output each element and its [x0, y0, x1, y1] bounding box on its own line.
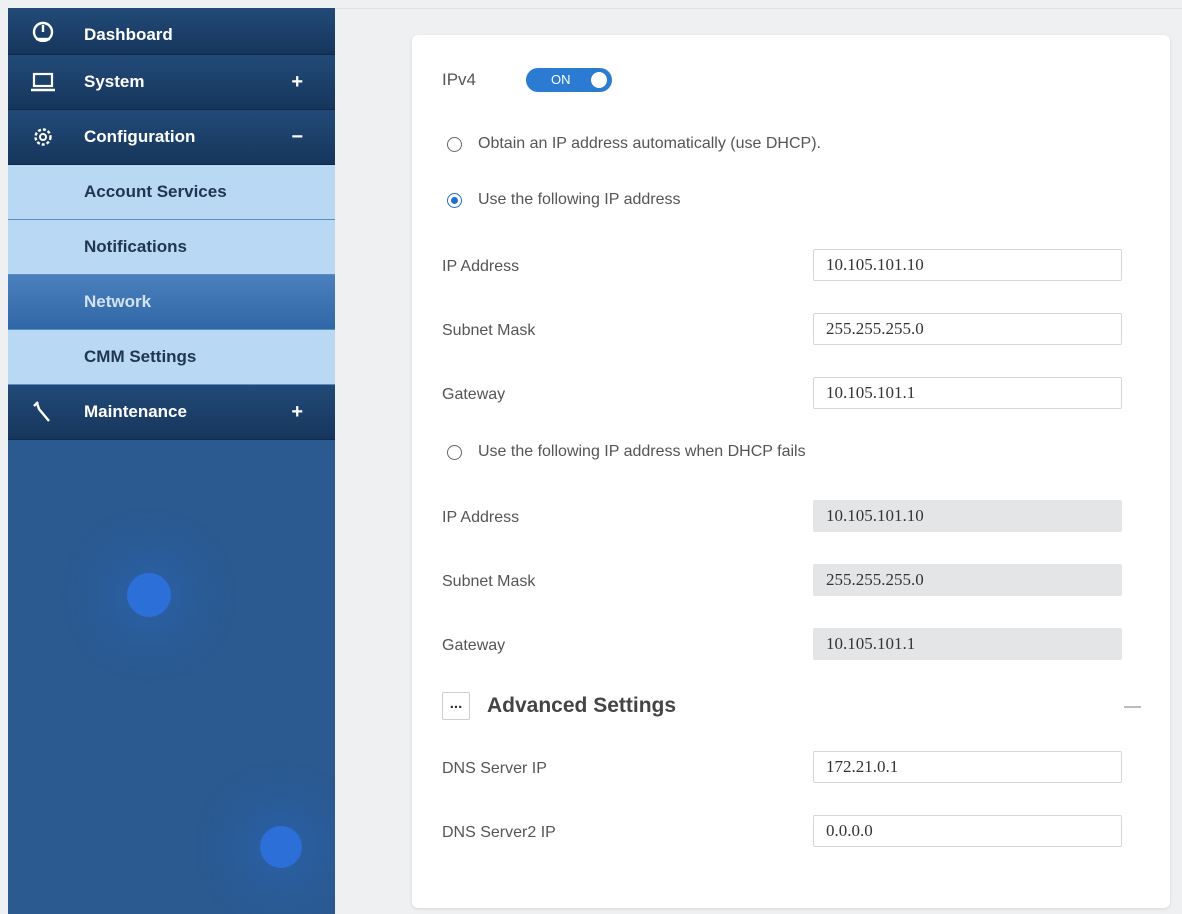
gateway-input[interactable]: 10.105.101.1	[813, 377, 1122, 409]
fallback-gateway-label: Gateway	[442, 637, 506, 654]
radio-dhcp-fallback-label[interactable]: Use the following IP address when DHCP f…	[478, 443, 806, 461]
radio-dhcp-fallback[interactable]	[447, 445, 462, 460]
advanced-settings-title: Advanced Settings	[487, 694, 677, 717]
fallback-ip-address-input: 10.105.101.10	[813, 500, 1122, 532]
fallback-subnet-mask-input: 255.255.255.0	[813, 564, 1122, 596]
section-title: IPv4	[442, 70, 477, 89]
decorative-glow	[127, 573, 171, 617]
subnet-mask-label: Subnet Mask	[442, 322, 536, 339]
dashboard-icon	[30, 20, 56, 43]
sidebar-item-cmm-settings[interactable]: CMM Settings	[8, 330, 335, 385]
sidebar: Dashboard System + Configuration − Accou…	[8, 8, 335, 914]
laptop-icon	[30, 71, 56, 93]
sidebar-item-label: Maintenance	[84, 402, 187, 421]
sidebar-item-label: Dashboard	[84, 25, 173, 44]
fallback-ip-address-label: IP Address	[442, 509, 520, 526]
dns-server-label: DNS Server IP	[442, 760, 547, 777]
radio-dhcp[interactable]	[447, 137, 462, 152]
expand-icon[interactable]: +	[291, 401, 303, 424]
sidebar-item-maintenance[interactable]: Maintenance +	[8, 385, 335, 440]
sidebar-item-label: System	[84, 72, 145, 91]
ip-address-label: IP Address	[442, 258, 520, 275]
dns-server2-input[interactable]: 0.0.0.0	[813, 815, 1122, 847]
sidebar-item-dashboard[interactable]: Dashboard	[8, 8, 335, 55]
ipv4-toggle[interactable]: ON	[526, 68, 612, 92]
advanced-settings-expand-button[interactable]: ...	[442, 692, 470, 720]
wrench-icon	[30, 401, 56, 423]
dns-server-input[interactable]: 172.21.0.1	[813, 751, 1122, 783]
toggle-label: ON	[551, 72, 571, 87]
collapse-section-icon[interactable]	[1124, 706, 1141, 708]
fallback-gateway-input: 10.105.101.1	[813, 628, 1122, 660]
sidebar-item-configuration[interactable]: Configuration −	[8, 110, 335, 165]
sidebar-item-label: Network	[84, 292, 152, 311]
sidebar-item-notifications[interactable]: Notifications	[8, 220, 335, 275]
fallback-subnet-mask-label: Subnet Mask	[442, 573, 536, 590]
sidebar-item-account-services[interactable]: Account Services	[8, 165, 335, 220]
dns-server2-label: DNS Server2 IP	[442, 824, 556, 841]
radio-dhcp-label[interactable]: Obtain an IP address automatically (use …	[478, 135, 821, 153]
decorative-glow	[260, 826, 302, 868]
collapse-icon[interactable]: −	[291, 126, 303, 149]
gateway-label: Gateway	[442, 386, 506, 403]
expand-icon[interactable]: +	[291, 71, 303, 94]
sidebar-item-label: Configuration	[84, 127, 196, 146]
sidebar-item-label: CMM Settings	[84, 347, 197, 366]
gear-icon	[30, 126, 56, 148]
subnet-mask-input[interactable]: 255.255.255.0	[813, 313, 1122, 345]
toggle-knob	[591, 72, 607, 88]
ip-address-input[interactable]: 10.105.101.10	[813, 249, 1122, 281]
radio-static-ip-label[interactable]: Use the following IP address	[478, 191, 680, 209]
sidebar-item-network[interactable]: Network	[8, 275, 335, 330]
ipv4-settings-panel: IPv4 ON Obtain an IP address automatical…	[412, 35, 1170, 908]
sidebar-item-label: Account Services	[84, 182, 227, 201]
radio-static-ip[interactable]	[447, 193, 462, 208]
divider	[335, 8, 1182, 9]
sidebar-item-system[interactable]: System +	[8, 55, 335, 110]
sidebar-item-label: Notifications	[84, 237, 187, 256]
